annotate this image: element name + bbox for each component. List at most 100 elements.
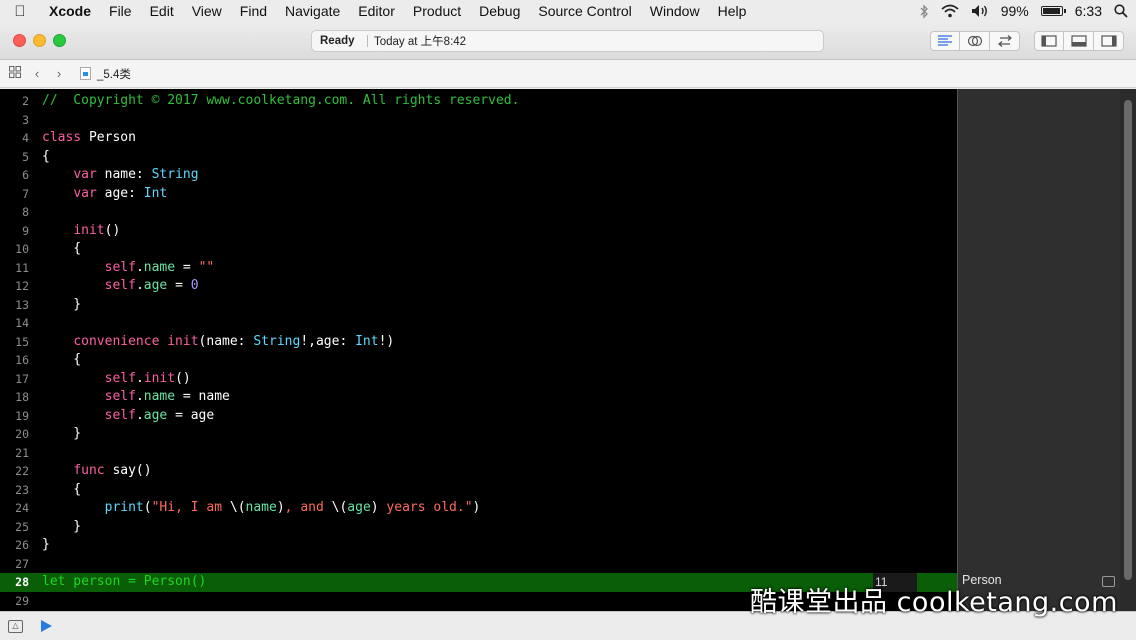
code-line[interactable]: 26} — [0, 536, 957, 555]
menu-navigate[interactable]: Navigate — [276, 3, 349, 19]
code-text[interactable]: class Person — [42, 129, 136, 148]
line-number[interactable]: 7 — [0, 185, 29, 204]
line-number[interactable]: 26 — [0, 536, 29, 555]
line-number[interactable]: 16 — [0, 351, 29, 370]
battery-icon[interactable] — [1040, 3, 1066, 19]
volume-icon[interactable] — [971, 3, 989, 19]
code-line[interactable]: 7 var age: Int — [0, 185, 957, 204]
line-number[interactable]: 2 — [0, 92, 29, 111]
clock[interactable]: 6:33 — [1075, 3, 1102, 19]
code-line[interactable]: 12 self.age = 0 — [0, 277, 957, 296]
code-text[interactable]: self.name = "" — [42, 259, 215, 278]
standard-editor-button[interactable] — [930, 31, 960, 51]
line-number[interactable]: 14 — [0, 314, 29, 333]
code-line[interactable]: 10 { — [0, 240, 957, 259]
code-line[interactable]: 17 self.init() — [0, 370, 957, 389]
line-number[interactable]: 29 — [0, 592, 29, 611]
line-number[interactable]: 18 — [0, 388, 29, 407]
menu-editor[interactable]: Editor — [349, 3, 404, 19]
code-line[interactable]: 8 — [0, 203, 957, 222]
toggle-utilities-button[interactable] — [1094, 31, 1124, 51]
line-number[interactable]: 6 — [0, 166, 29, 185]
scrollbar-thumb[interactable] — [1124, 100, 1132, 580]
code-line[interactable]: 18 self.name = name — [0, 388, 957, 407]
source-editor[interactable]: 29 28 let person = Person() 27 26} 25 } 24 pri… — [0, 89, 957, 611]
close-window-button[interactable] — [13, 34, 26, 47]
code-line[interactable]: 4 class Person — [0, 129, 957, 148]
code-line[interactable]: 5{ — [0, 148, 957, 167]
line-number[interactable]: 23 — [0, 481, 29, 500]
code-text[interactable]: // Copyright © 2017 www.coolketang.com. … — [42, 92, 519, 111]
menu-window[interactable]: Window — [641, 3, 709, 19]
code-text[interactable]: { — [42, 148, 50, 167]
code-line[interactable]: 2 // Copyright © 2017 www.coolketang.com.… — [0, 92, 957, 111]
code-text[interactable]: var name: String — [42, 166, 198, 185]
menu-source-control[interactable]: Source Control — [529, 3, 640, 19]
code-text[interactable]: let person = Person() — [42, 573, 206, 592]
toggle-navigator-button[interactable] — [1034, 31, 1064, 51]
code-text[interactable]: } — [42, 425, 81, 444]
line-number[interactable]: 8 — [0, 203, 29, 222]
code-text[interactable]: self.init() — [42, 370, 191, 389]
toggle-debug-area-button[interactable] — [1064, 31, 1094, 51]
line-number[interactable]: 21 — [0, 444, 29, 463]
code-text[interactable]: convenience init(name: String!,age: Int!… — [42, 333, 394, 352]
bluetooth-icon[interactable] — [919, 3, 929, 19]
code-text[interactable]: { — [42, 240, 81, 259]
code-text[interactable]: self.name = name — [42, 388, 230, 407]
code-text[interactable]: self.age = 0 — [42, 277, 199, 296]
line-number[interactable]: 27 — [0, 555, 29, 574]
code-text[interactable]: } — [42, 536, 50, 555]
code-line[interactable]: 24 print("Hi, I am \(name), and \(age) y… — [0, 499, 957, 518]
code-text[interactable]: { — [42, 351, 81, 370]
code-text[interactable]: var age: Int — [42, 185, 167, 204]
code-line[interactable]: 25 } — [0, 518, 957, 537]
code-line[interactable]: 23 { — [0, 481, 957, 500]
menu-help[interactable]: Help — [709, 3, 756, 19]
line-number[interactable]: 25 — [0, 518, 29, 537]
code-text[interactable]: { — [42, 481, 81, 500]
menu-view[interactable]: View — [183, 3, 231, 19]
back-icon[interactable]: ‹ — [26, 66, 48, 81]
code-line[interactable]: 9 init() — [0, 222, 957, 241]
menu-find[interactable]: Find — [231, 3, 276, 19]
code-line[interactable]: 15 convenience init(name: String!,age: I… — [0, 333, 957, 352]
run-playground-icon[interactable] — [41, 620, 52, 632]
menu-edit[interactable]: Edit — [141, 3, 183, 19]
code-line[interactable]: 16 { — [0, 351, 957, 370]
line-number[interactable]: 13 — [0, 296, 29, 315]
code-line[interactable]: 14 — [0, 314, 957, 333]
code-line[interactable]: 27 — [0, 555, 957, 574]
code-text[interactable]: print("Hi, I am \(name), and \(age) year… — [42, 499, 481, 518]
line-number[interactable]: 5 — [0, 148, 29, 167]
line-number[interactable]: 15 — [0, 333, 29, 352]
version-editor-button[interactable] — [990, 31, 1020, 51]
line-number[interactable]: 10 — [0, 240, 29, 259]
line-number[interactable]: 17 — [0, 370, 29, 389]
line-number[interactable]: 9 — [0, 222, 29, 241]
line-number[interactable]: 19 — [0, 407, 29, 426]
code-text[interactable]: init() — [42, 222, 120, 241]
menu-xcode[interactable]: Xcode — [40, 3, 100, 19]
jump-bar-filename[interactable]: _5.4类 — [97, 66, 131, 82]
menu-debug[interactable]: Debug — [470, 3, 529, 19]
line-number[interactable]: 20 — [0, 425, 29, 444]
code-text[interactable]: } — [42, 518, 81, 537]
menu-file[interactable]: File — [100, 3, 141, 19]
assistant-editor-button[interactable] — [960, 31, 990, 51]
search-icon[interactable] — [1114, 3, 1128, 19]
zoom-window-button[interactable] — [53, 34, 66, 47]
wifi-icon[interactable] — [941, 3, 959, 19]
minimize-window-button[interactable] — [33, 34, 46, 47]
line-number[interactable]: 28 — [0, 573, 29, 592]
code-text[interactable]: } — [42, 296, 81, 315]
code-line[interactable]: 6 var name: String — [0, 166, 957, 185]
show-debug-area-icon[interactable]: △ — [8, 620, 23, 633]
line-number[interactable]: 24 — [0, 499, 29, 518]
code-line[interactable]: 3 — [0, 111, 957, 130]
menu-product[interactable]: Product — [404, 3, 470, 19]
related-items-icon[interactable] — [4, 66, 26, 81]
line-number[interactable]: 12 — [0, 277, 29, 296]
code-line[interactable]: 21 — [0, 444, 957, 463]
code-line[interactable]: 22 func say() — [0, 462, 957, 481]
